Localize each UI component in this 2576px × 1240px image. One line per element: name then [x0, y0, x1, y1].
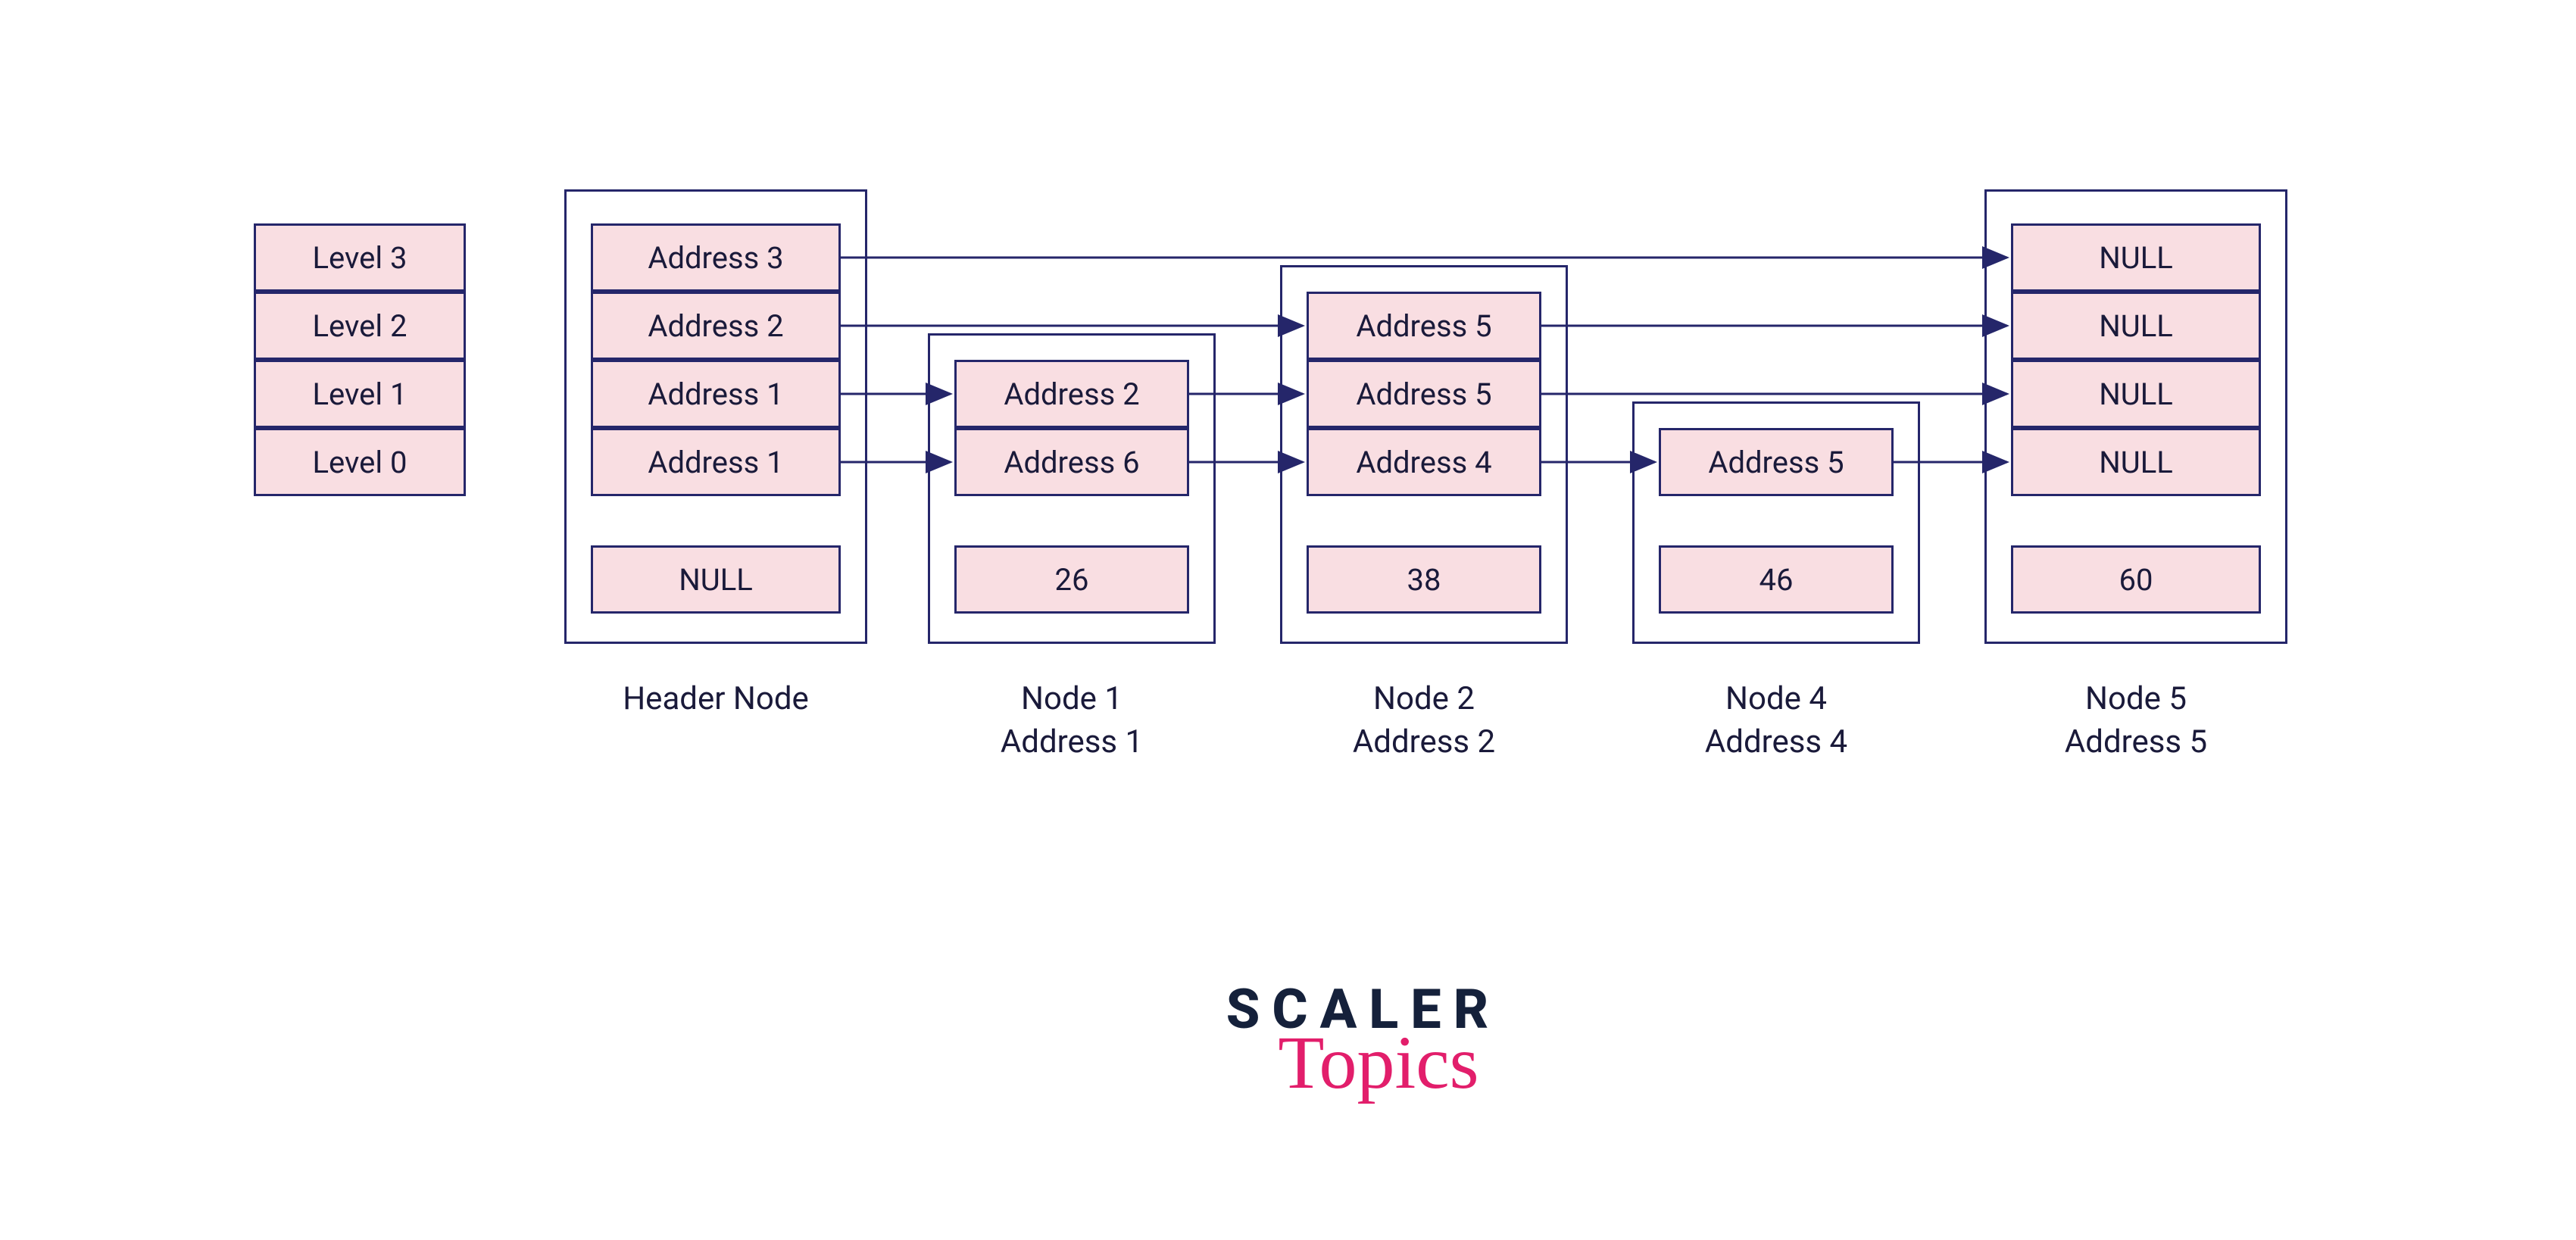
- node2-caption-line2: Address 2: [1353, 723, 1495, 761]
- node4-caption-line2: Address 4: [1705, 723, 1847, 761]
- node4-value-cell: 46: [1659, 545, 1894, 614]
- header-cell: Address 1: [591, 360, 841, 428]
- node1-caption-line2: Address 1: [1001, 723, 1143, 761]
- node2-caption: Node 2 Address 2: [1272, 678, 1575, 764]
- node2-cell: Address 5: [1307, 360, 1541, 428]
- node1-cell: Address 6: [954, 428, 1189, 496]
- node5-cell: NULL: [2011, 292, 2261, 360]
- node1-value-cell: 26: [954, 545, 1189, 614]
- diagram-canvas: Level 3 Level 2 Level 1 Level 0 Address …: [0, 0, 2576, 1240]
- node5-cell: NULL: [2011, 223, 2261, 292]
- node4-caption-line1: Node 4: [1725, 680, 1827, 717]
- level-cell: Level 2: [254, 292, 466, 360]
- header-value-cell: NULL: [591, 545, 841, 614]
- node5-caption: Node 5 Address 5: [1984, 678, 2287, 764]
- header-cell: Address 1: [591, 428, 841, 496]
- level-cell: Level 3: [254, 223, 466, 292]
- header-cell: Address 2: [591, 292, 841, 360]
- scaler-topics-logo: SCALER Topics: [1166, 977, 1560, 1106]
- node5-value-cell: 60: [2011, 545, 2261, 614]
- node2-cell: Address 5: [1307, 292, 1541, 360]
- header-cell: Address 3: [591, 223, 841, 292]
- node1-cell: Address 2: [954, 360, 1189, 428]
- node2-caption-line1: Node 2: [1373, 680, 1475, 717]
- node1-caption: Node 1 Address 1: [920, 678, 1223, 764]
- level-cell: Level 1: [254, 360, 466, 428]
- node5-caption-line2: Address 5: [2065, 723, 2207, 761]
- node5-caption-line1: Node 5: [2085, 680, 2187, 717]
- level-cell: Level 0: [254, 428, 466, 496]
- header-caption: Header Node: [564, 678, 867, 721]
- node4-cell: Address 5: [1659, 428, 1894, 496]
- node1-caption-line1: Node 1: [1021, 680, 1123, 717]
- node2-value-cell: 38: [1307, 545, 1541, 614]
- node2-cell: Address 4: [1307, 428, 1541, 496]
- node4-caption: Node 4 Address 4: [1625, 678, 1928, 764]
- node5-cell: NULL: [2011, 360, 2261, 428]
- node5-cell: NULL: [2011, 428, 2261, 496]
